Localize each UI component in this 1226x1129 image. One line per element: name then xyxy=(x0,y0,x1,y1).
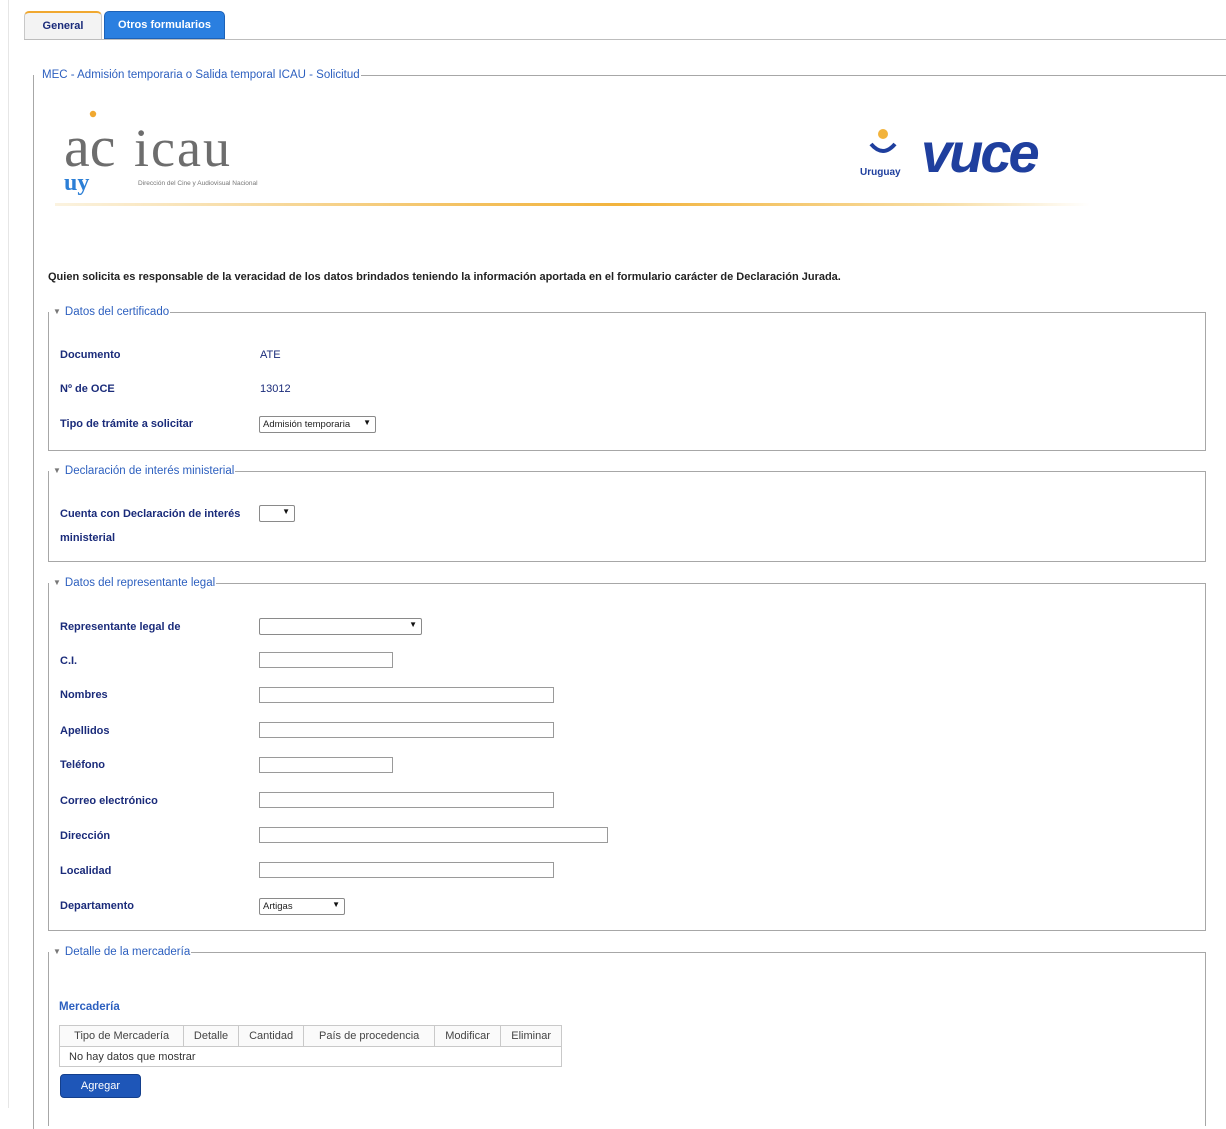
icau-logo: ac icau uy Dirección del Cine y Audiovis… xyxy=(64,110,258,195)
agregar-button[interactable]: Agregar xyxy=(60,1074,141,1098)
collapse-triangle-icon[interactable]: ▼ xyxy=(53,578,61,587)
tab-general[interactable]: General xyxy=(24,11,102,39)
tipo-tramite-select[interactable]: Admisión temporaria ▼ xyxy=(259,416,376,433)
icau-logo-subtitle: Dirección del Cine y Audiovisual Naciona… xyxy=(138,180,258,187)
mercaderia-title: Mercadería xyxy=(59,1001,120,1013)
tipo-tramite-selected: Admisión temporaria xyxy=(263,419,351,430)
section-legend[interactable]: ▼ Detalle de la mercadería xyxy=(49,946,191,958)
icau-logo-country: uy xyxy=(64,170,89,195)
apellidos-label: Apellidos xyxy=(60,725,110,737)
localidad-label: Localidad xyxy=(60,865,112,877)
mercaderia-table: Tipo de Mercadería Detalle Cantidad País… xyxy=(58,1025,562,1067)
empty-message: No hay datos que mostrar xyxy=(59,1046,562,1067)
vuce-logo-country: Uruguay xyxy=(860,167,901,178)
tab-otros-formularios[interactable]: Otros formularios xyxy=(104,11,225,39)
documento-label: Documento xyxy=(60,349,121,361)
collapse-triangle-icon[interactable]: ▼ xyxy=(53,307,61,316)
departamento-label: Departamento xyxy=(60,900,134,912)
column-header[interactable]: Eliminar xyxy=(500,1025,562,1047)
dropdown-arrow-icon: ▼ xyxy=(332,900,340,909)
localidad-input[interactable] xyxy=(259,862,554,878)
nombres-input[interactable] xyxy=(259,687,554,703)
dropdown-arrow-icon: ▼ xyxy=(363,418,371,427)
section-title: Datos del representante legal xyxy=(64,577,216,589)
dropdown-arrow-icon: ▼ xyxy=(409,620,417,629)
section-title: Detalle de la mercadería xyxy=(64,946,191,958)
cuenta-declaracion-label-cont: ministerial xyxy=(60,532,116,544)
correo-label: Correo electrónico xyxy=(60,795,158,807)
section-legend[interactable]: ▼ Datos del representante legal xyxy=(49,577,216,589)
cuenta-declaracion-label: Cuenta con Declaración de interés xyxy=(60,508,241,520)
direccion-input[interactable] xyxy=(259,827,608,843)
departamento-selected: Artigas xyxy=(263,901,293,912)
declaration-notice: Quien solicita es responsable de la vera… xyxy=(48,271,841,283)
vuce-logo: Uruguay vuce xyxy=(860,121,1041,184)
section-title: Datos del certificado xyxy=(64,306,170,318)
oce-value: 13012 xyxy=(260,383,291,395)
section-legend[interactable]: ▼ Declaración de interés ministerial xyxy=(49,465,235,477)
correo-input[interactable] xyxy=(259,792,554,808)
vuce-sun-icon xyxy=(869,129,897,153)
ci-label: C.I. xyxy=(60,655,78,667)
section-datos-certificado: ▼ Datos del certificado xyxy=(48,306,1206,451)
ci-input[interactable] xyxy=(259,652,393,668)
departamento-select[interactable]: Artigas ▼ xyxy=(259,898,345,915)
collapse-triangle-icon[interactable]: ▼ xyxy=(53,947,61,956)
section-legend[interactable]: ▼ Datos del certificado xyxy=(49,306,170,318)
icau-logo-name: icau xyxy=(134,118,232,178)
representante-legal-select[interactable]: ▼ xyxy=(259,618,422,635)
table-row: No hay datos que mostrar xyxy=(59,1046,562,1067)
table-header-row: Tipo de Mercadería Detalle Cantidad País… xyxy=(58,1025,562,1047)
section-representante-legal: ▼ Datos del representante legal xyxy=(48,577,1206,931)
header-rule xyxy=(55,203,1090,206)
column-header[interactable]: Detalle xyxy=(183,1025,239,1047)
column-header[interactable]: Tipo de Mercadería xyxy=(58,1025,185,1047)
column-header[interactable]: Modificar xyxy=(433,1025,502,1047)
telefono-input[interactable] xyxy=(259,757,393,773)
section-title: Declaración de interés ministerial xyxy=(64,465,235,477)
oce-label: Nº de OCE xyxy=(60,383,115,395)
documento-value: ATE xyxy=(260,349,281,361)
representante-legal-label: Representante legal de xyxy=(60,621,181,633)
cuenta-declaracion-select[interactable]: ▼ xyxy=(259,505,295,522)
telefono-label: Teléfono xyxy=(60,759,106,771)
tipo-tramite-label: Tipo de trámite a solicitar xyxy=(60,418,194,430)
form-legend: MEC - Admisión temporaria o Salida tempo… xyxy=(42,69,360,81)
column-header[interactable]: País de procedencia xyxy=(303,1025,435,1047)
vuce-logo-name: vuce xyxy=(921,121,1038,184)
column-header[interactable]: Cantidad xyxy=(237,1025,305,1047)
direccion-label: Dirección xyxy=(60,830,111,842)
collapse-triangle-icon[interactable]: ▼ xyxy=(53,466,61,475)
apellidos-input[interactable] xyxy=(259,722,554,738)
dropdown-arrow-icon: ▼ xyxy=(282,507,290,516)
nombres-label: Nombres xyxy=(60,689,108,701)
page-left-border xyxy=(8,0,9,1108)
tab-bar-divider xyxy=(24,39,1226,40)
